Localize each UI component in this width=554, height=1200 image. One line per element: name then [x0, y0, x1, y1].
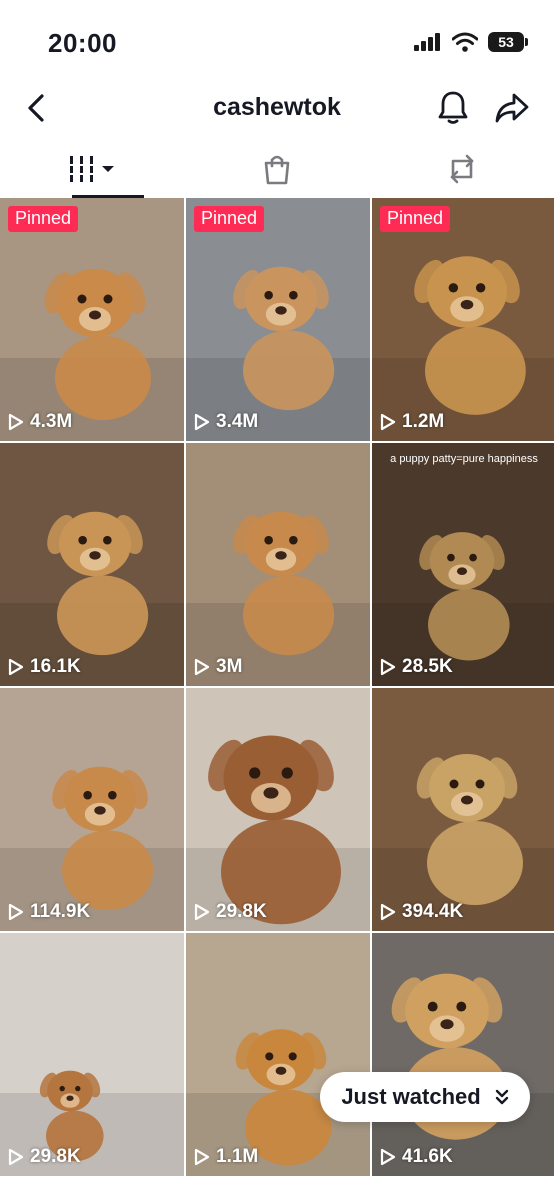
video-tile[interactable]: 114.9K: [0, 688, 184, 931]
share-arrow-icon: [495, 93, 529, 123]
view-count: 394.4K: [380, 901, 463, 923]
play-icon: [194, 658, 210, 676]
signal-icon: [414, 33, 440, 51]
grid-icon: [68, 156, 115, 182]
video-caption: a puppy patty=pure happiness: [390, 453, 538, 465]
tab-shop[interactable]: [185, 140, 370, 198]
view-count: 1.1M: [194, 1146, 258, 1168]
pinned-badge: Pinned: [194, 206, 265, 232]
view-count: 3.4M: [194, 411, 258, 433]
play-icon: [194, 903, 210, 921]
pinned-badge: Pinned: [8, 206, 79, 232]
play-icon: [380, 1148, 396, 1166]
video-thumbnail: [372, 933, 554, 1176]
play-icon: [8, 658, 24, 676]
view-count-label: 114.9K: [30, 901, 91, 922]
profile-header: cashewtok: [0, 80, 554, 136]
profile-tabs: [0, 140, 554, 198]
play-icon: [194, 413, 210, 431]
video-thumbnail: [372, 443, 554, 686]
play-icon: [194, 1148, 210, 1166]
wifi-icon: [452, 32, 478, 52]
view-count: 29.8K: [194, 901, 267, 923]
view-count: 41.6K: [380, 1146, 453, 1168]
video-tile[interactable]: 29.8K: [186, 688, 370, 931]
play-icon: [8, 1148, 24, 1166]
pinned-badge: Pinned: [380, 206, 451, 232]
view-count-label: 1.1M: [216, 1146, 259, 1167]
view-count: 28.5K: [380, 656, 453, 678]
video-thumbnail: [186, 443, 370, 686]
view-count-label: 28.5K: [402, 656, 453, 677]
video-thumbnail: [0, 688, 184, 931]
view-count-label: 16.1K: [30, 656, 81, 677]
status-bar: 20:00 53: [0, 0, 554, 88]
video-thumbnail: [186, 198, 370, 441]
video-tile[interactable]: Pinned 1.2M: [372, 198, 554, 441]
view-count: 29.8K: [8, 1146, 81, 1168]
shopping-bag-icon: [264, 155, 290, 185]
battery-icon: 53: [488, 32, 528, 52]
video-thumbnail: [372, 198, 554, 441]
video-tile[interactable]: 1.1M: [186, 933, 370, 1176]
view-count-label: 4.3M: [30, 411, 73, 432]
video-thumbnail: [0, 443, 184, 686]
view-count-label: 3M: [216, 656, 243, 677]
play-icon: [380, 413, 396, 431]
play-icon: [8, 903, 24, 921]
video-tile[interactable]: 3M: [186, 443, 370, 686]
video-grid: Pinned 4.3M Pinned 3.4M Pinned 1.2M 16.1K 3M a p…: [0, 198, 554, 1176]
just-watched-label: Just watched: [341, 1084, 481, 1109]
play-icon: [8, 413, 24, 431]
just-watched-button[interactable]: Just watched: [320, 1072, 530, 1122]
share-button[interactable]: [492, 88, 532, 128]
status-time: 20:00: [48, 28, 117, 58]
view-count-label: 394.4K: [402, 901, 464, 922]
video-tile[interactable]: Pinned 3.4M: [186, 198, 370, 441]
tab-videos[interactable]: [0, 140, 185, 198]
view-count-label: 1.2M: [402, 411, 445, 432]
view-count-label: 3.4M: [216, 411, 259, 432]
view-count: 3M: [194, 656, 242, 678]
video-tile[interactable]: 16.1K: [0, 443, 184, 686]
video-thumbnail: [186, 688, 370, 931]
view-count-label: 29.8K: [216, 901, 267, 922]
play-icon: [380, 903, 396, 921]
view-count-label: 29.8K: [30, 1146, 81, 1167]
chevron-double-down-icon: [495, 1089, 508, 1105]
video-thumbnail: [372, 688, 554, 931]
view-count: 114.9K: [8, 901, 90, 923]
video-tile[interactable]: a puppy patty=pure happiness 28.5K: [372, 443, 554, 686]
notifications-button[interactable]: [434, 88, 472, 128]
tab-reposts[interactable]: [369, 140, 554, 198]
status-icons: 53: [414, 32, 528, 52]
video-tile[interactable]: 394.4K: [372, 688, 554, 931]
video-thumbnail: [0, 198, 184, 441]
view-count: 4.3M: [8, 411, 72, 433]
video-tile[interactable]: 29.8K: [0, 933, 184, 1176]
view-count: 16.1K: [8, 656, 81, 678]
video-tile[interactable]: 41.6K: [372, 933, 554, 1176]
bell-icon: [438, 91, 468, 124]
video-tile[interactable]: Pinned 4.3M: [0, 198, 184, 441]
view-count-label: 41.6K: [402, 1146, 453, 1167]
video-thumbnail: [0, 933, 184, 1176]
video-thumbnail: [186, 933, 370, 1176]
repost-icon: [450, 154, 473, 184]
play-icon: [380, 658, 396, 676]
view-count: 1.2M: [380, 411, 444, 433]
